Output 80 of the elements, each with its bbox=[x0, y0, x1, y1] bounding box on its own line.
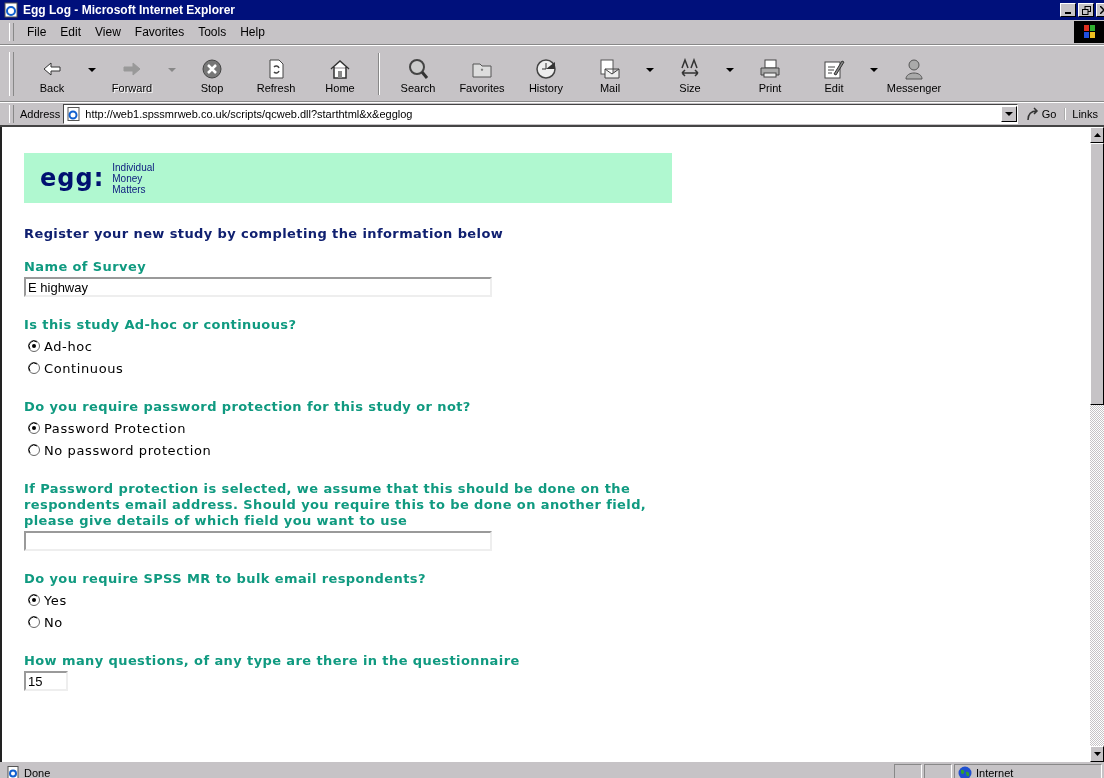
question-label: Name of Survey bbox=[24, 259, 148, 275]
restore-icon bbox=[1081, 5, 1091, 15]
back-button[interactable]: Back bbox=[20, 53, 84, 94]
arrow-icon bbox=[1025, 107, 1040, 121]
down-arrow-icon bbox=[1093, 752, 1101, 756]
globe-icon bbox=[958, 765, 972, 778]
home-button[interactable]: Home bbox=[308, 53, 372, 94]
number-field[interactable]: 15 bbox=[24, 671, 68, 691]
page-icon bbox=[6, 765, 20, 778]
mail-button[interactable]: Mail bbox=[578, 53, 642, 94]
tagline-text: Matters bbox=[112, 183, 147, 195]
history-button[interactable]: History bbox=[514, 53, 578, 94]
menu-item[interactable]: View bbox=[88, 23, 128, 41]
text-field[interactable] bbox=[24, 531, 492, 551]
scroll-down-button[interactable] bbox=[1090, 746, 1104, 762]
question-label: If Password protection is selected, we assume that this should be done on the respondents email address. Should you require this to be done on another field, please give details of which field you want to use bbox=[24, 481, 648, 529]
edit-button[interactable]: Edit bbox=[802, 53, 866, 94]
menu-item[interactable]: Tools bbox=[191, 23, 234, 41]
question-label: Do you require SPSS MR to bulk email respondents? bbox=[24, 571, 427, 587]
radio-button[interactable] bbox=[28, 340, 40, 352]
messenger-icon bbox=[903, 57, 925, 80]
search-icon bbox=[407, 57, 429, 80]
favorites-button[interactable]: Favorites bbox=[450, 53, 514, 94]
caret-icon[interactable] bbox=[646, 67, 654, 73]
links-button[interactable]: Links bbox=[1064, 108, 1104, 120]
messenger-button[interactable]: Messenger bbox=[882, 53, 946, 94]
scroll-thumb[interactable] bbox=[1090, 143, 1104, 405]
address-field[interactable]: http://web1.spssmrweb.co.uk/scripts/qcweb.dll?starthtml&x&egglog bbox=[63, 104, 1018, 124]
restore-button[interactable] bbox=[1078, 3, 1094, 17]
radio-button[interactable] bbox=[28, 362, 40, 374]
menu-item[interactable]: Help bbox=[233, 23, 272, 41]
window-title: Egg Log - Microsoft Internet Explorer bbox=[23, 3, 236, 17]
radio-button[interactable] bbox=[28, 444, 40, 456]
refresh-button[interactable]: Refresh bbox=[244, 53, 308, 94]
page-heading: Register your new study by completing the information below bbox=[24, 226, 505, 241]
logo: egg: bbox=[40, 164, 105, 192]
option-label: Yes bbox=[44, 592, 67, 608]
menu-item[interactable]: File bbox=[20, 23, 54, 41]
option-label: Continuous bbox=[44, 360, 124, 376]
question-label: Is this study Ad-hoc or continuous? bbox=[24, 317, 298, 333]
option-label: Password Protection bbox=[44, 420, 187, 436]
radio-button[interactable] bbox=[28, 616, 40, 628]
tagline-text: Money bbox=[112, 172, 144, 184]
search-button[interactable]: Search bbox=[386, 53, 450, 94]
address-label: Address bbox=[20, 108, 61, 120]
caret-icon bbox=[1004, 111, 1013, 117]
go-button[interactable]: Go bbox=[1017, 107, 1065, 121]
stop-button[interactable]: Stop bbox=[180, 53, 244, 94]
mail-icon bbox=[599, 57, 621, 80]
size-button[interactable]: Size bbox=[658, 53, 722, 94]
page-icon bbox=[66, 107, 83, 121]
status-text: Done bbox=[24, 766, 51, 778]
question-label: How many questions, of any type are there in the questionnaire bbox=[24, 653, 521, 669]
print-button[interactable]: Print bbox=[738, 53, 802, 94]
minimize-button[interactable] bbox=[1060, 3, 1076, 17]
tagline-text: Individual bbox=[112, 161, 155, 173]
radio-button[interactable] bbox=[28, 422, 40, 434]
caret-icon[interactable] bbox=[870, 67, 878, 73]
scroll-up-button[interactable] bbox=[1090, 127, 1104, 143]
menu-item[interactable]: Favorites bbox=[127, 23, 192, 41]
print-icon bbox=[759, 57, 781, 80]
zone-text: Internet bbox=[976, 766, 1014, 778]
radio-button[interactable] bbox=[28, 594, 40, 606]
menu-item[interactable]: Edit bbox=[53, 23, 89, 41]
status-pane bbox=[894, 763, 922, 778]
home-icon bbox=[329, 57, 351, 80]
status-pane bbox=[924, 763, 952, 778]
option-label: No bbox=[44, 614, 63, 630]
text-field[interactable]: E highway bbox=[24, 277, 492, 297]
question-label: Do you require password protection for this study or not? bbox=[24, 399, 472, 415]
browser-icon bbox=[3, 2, 19, 18]
caret-icon[interactable] bbox=[88, 67, 96, 73]
caret-icon[interactable] bbox=[726, 67, 734, 73]
history-icon bbox=[535, 57, 557, 80]
option-label: Ad-hoc bbox=[44, 338, 93, 354]
dropdown-button[interactable] bbox=[1000, 106, 1017, 122]
option-label: No password protection bbox=[44, 442, 212, 458]
up-arrow-icon bbox=[1093, 133, 1101, 137]
stop-icon bbox=[201, 57, 223, 80]
scrollbar[interactable] bbox=[1090, 127, 1104, 762]
